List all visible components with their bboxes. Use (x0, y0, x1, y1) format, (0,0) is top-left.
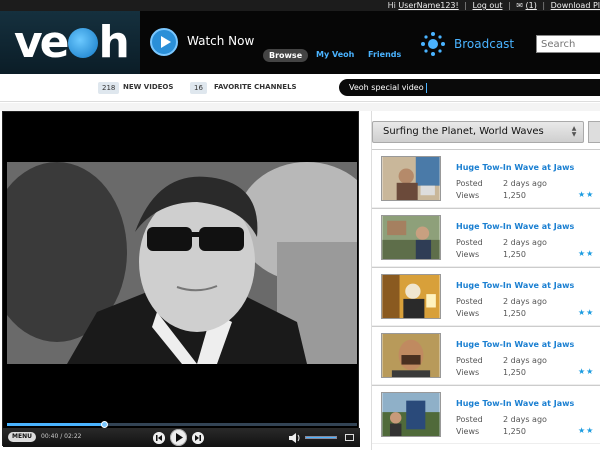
views-label: Views (456, 427, 480, 436)
video-title-link[interactable]: Huge Tow-In Wave at Jaws (456, 340, 574, 349)
list-item[interactable]: Huge Tow-In Wave at Jaws Posted 2 days a… (372, 267, 600, 326)
views-value: 1,250 (503, 427, 526, 436)
elapsed-time: 00:40 (41, 433, 59, 440)
my-veoh-link[interactable]: My Veoh (316, 50, 354, 59)
duration-time: 02:22 (64, 433, 82, 440)
channel-side-tab[interactable] (588, 121, 600, 143)
account-links: Hi UserName123! | Log out | ✉ (1) | Down… (388, 0, 600, 11)
logout-link[interactable]: Log out (473, 1, 503, 10)
video-timeline[interactable] (7, 421, 357, 428)
favorite-channels-count-badge: 16 (190, 82, 207, 94)
list-item[interactable]: Huge Tow-In Wave at Jaws Posted 2 days a… (372, 385, 600, 444)
video-thumbnail[interactable] (381, 274, 441, 319)
video-thumbnail[interactable] (381, 333, 441, 378)
posted-value: 2 days ago (503, 179, 547, 188)
posted-label: Posted (456, 179, 483, 188)
video-thumbnail[interactable] (381, 215, 441, 260)
posted-label: Posted (456, 415, 483, 424)
play-circle-icon[interactable] (150, 28, 178, 56)
mail-icon[interactable]: ✉ (516, 1, 523, 10)
posted-value: 2 days ago (503, 415, 547, 424)
video-still-image (7, 162, 357, 364)
friends-link[interactable]: Friends (368, 50, 401, 59)
list-item[interactable]: Huge Tow-In Wave at Jaws Posted 2 days a… (372, 149, 600, 208)
posted-label: Posted (456, 238, 483, 247)
previous-icon[interactable] (153, 432, 165, 444)
posted-label: Posted (456, 297, 483, 306)
video-thumbnail[interactable] (381, 392, 441, 437)
player-controls: MENU 00:40 / 02:22 (3, 428, 360, 447)
divider: | (464, 1, 467, 10)
veoh-logo[interactable]: ve h (14, 17, 130, 68)
search-input[interactable] (536, 35, 600, 53)
volume-slider[interactable] (305, 436, 337, 439)
favorite-channels-link[interactable]: FAVORITE CHANNELS (214, 83, 297, 91)
rating-stars: ★★ (578, 367, 595, 376)
browse-button[interactable]: Browse (263, 49, 309, 62)
rating-stars: ★★ (578, 249, 595, 258)
fullscreen-icon[interactable] (345, 434, 354, 441)
posted-value: 2 days ago (503, 356, 547, 365)
content-divider (0, 103, 600, 111)
video-title-link[interactable]: Huge Tow-In Wave at Jaws (456, 281, 574, 290)
list-item[interactable]: Huge Tow-In Wave at Jaws Posted 2 days a… (372, 326, 600, 385)
broadcast-icon[interactable] (420, 31, 446, 57)
channel-playlist-panel: Surfing the Planet, World Waves ▲ ▼ Huge … (371, 111, 600, 450)
veoh-page: Hi UserName123! | Log out | ✉ (1) | Down… (0, 0, 600, 450)
posted-value: 2 days ago (503, 238, 547, 247)
list-item[interactable]: Huge Tow-In Wave at Jaws Posted 2 days a… (372, 208, 600, 267)
next-icon[interactable] (192, 432, 204, 444)
video-title-link[interactable]: Huge Tow-In Wave at Jaws (456, 399, 574, 408)
posted-value: 2 days ago (503, 297, 547, 306)
channel-selector[interactable]: Surfing the Planet, World Waves ▲ ▼ (372, 121, 584, 143)
new-videos-count-badge: 218 (98, 82, 120, 94)
channel-dropdown-arrows-icon[interactable]: ▲ ▼ (570, 126, 578, 139)
video-player[interactable]: MENU 00:40 / 02:22 (2, 111, 360, 447)
views-label: Views (456, 250, 480, 259)
logo-area[interactable]: ve h (0, 11, 140, 74)
rating-stars: ★★ (578, 426, 595, 435)
broadcast-link[interactable]: Broadcast (454, 37, 514, 51)
watch-now-label[interactable]: Watch Now (187, 34, 254, 48)
channel-title: Surfing the Planet, World Waves (383, 126, 544, 137)
top-utility-bar: Hi UserName123! | Log out | ✉ (1) | Down… (0, 0, 600, 11)
views-value: 1,250 (503, 368, 526, 377)
video-frame[interactable] (7, 162, 357, 364)
messages-link[interactable]: (1) (526, 1, 537, 10)
timeline-scrubber[interactable] (101, 421, 108, 428)
download-link[interactable]: Download Pl (551, 1, 600, 10)
views-label: Views (456, 309, 480, 318)
new-videos-link[interactable]: NEW VIDEOS (123, 83, 173, 91)
posted-label: Posted (456, 356, 483, 365)
site-header: ve h Watch Now Browse My Veoh Friends Bro… (0, 11, 600, 74)
username-link[interactable]: UserName123! (398, 1, 458, 10)
video-thumbnail[interactable] (381, 156, 441, 201)
views-label: Views (456, 191, 480, 200)
divider: | (542, 1, 546, 10)
timeline-progress (7, 423, 105, 426)
text-cursor (425, 82, 427, 93)
video-title-link[interactable]: Huge Tow-In Wave at Jaws (456, 163, 574, 172)
rating-stars: ★★ (578, 308, 595, 317)
play-icon[interactable] (170, 429, 187, 446)
rating-stars: ★★ (578, 190, 595, 199)
views-label: Views (456, 368, 480, 377)
special-video-ticker[interactable]: Veoh special video (339, 79, 600, 96)
divider: | (508, 1, 511, 10)
special-video-text: Veoh special video (349, 83, 424, 92)
menu-button[interactable]: MENU (8, 432, 36, 442)
time-separator: / (60, 433, 63, 440)
views-value: 1,250 (503, 191, 526, 200)
views-value: 1,250 (503, 309, 526, 318)
video-title-link[interactable]: Huge Tow-In Wave at Jaws (456, 222, 574, 231)
views-value: 1,250 (503, 250, 526, 259)
volume-icon[interactable] (289, 433, 301, 443)
time-display: 00:40 / 02:22 (41, 433, 81, 440)
greeting-text: Hi (387, 1, 396, 10)
